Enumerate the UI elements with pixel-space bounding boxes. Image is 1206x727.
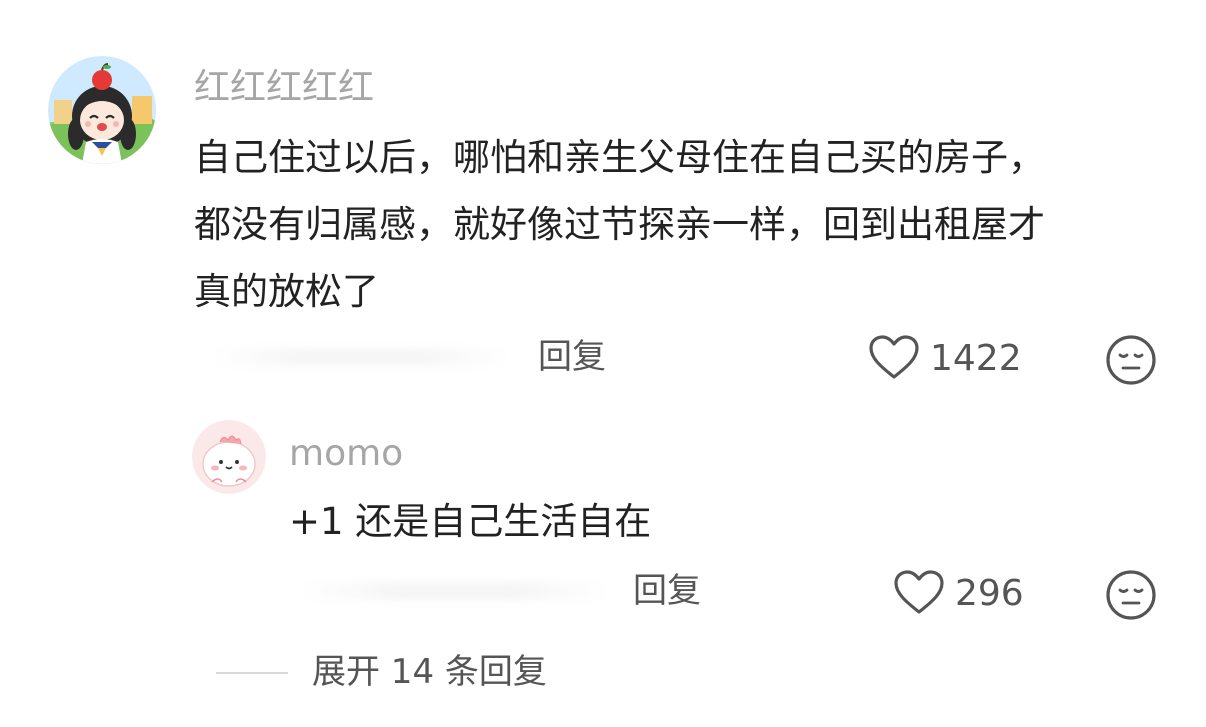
reply-like-count: 296 (955, 573, 1024, 614)
commenter-avatar[interactable] (48, 56, 156, 164)
expand-replies-button[interactable]: 展开 14 条回复 (312, 655, 547, 689)
comment-line-2: 都没有归属感，就好像过节探亲一样，回到出租屋才 (194, 203, 1045, 246)
reply-like-button[interactable]: 296 (893, 569, 1024, 619)
expand-divider (216, 672, 288, 674)
reply-username[interactable]: momo (289, 436, 403, 472)
heart-outline-icon (893, 569, 945, 619)
meh-face-icon[interactable] (1105, 569, 1157, 621)
like-button[interactable]: 1422 (868, 334, 1022, 384)
comment-line-3: 真的放松了 (194, 270, 379, 313)
heart-outline-icon (868, 334, 920, 384)
anime-girl-apple-avatar-icon (48, 56, 156, 164)
comment-line-1: 自己住过以后，哪怕和亲生父母住在自己买的房子， (194, 136, 1045, 179)
meh-face-icon[interactable] (1105, 334, 1157, 386)
reply-text: +1 还是自己生活自在 (289, 500, 652, 543)
reply-button[interactable]: 回复 (538, 340, 606, 374)
comment-meta-obscured (210, 348, 510, 366)
commenter-username[interactable]: 红红红红红 (194, 70, 374, 106)
reply-reply-button[interactable]: 回复 (633, 574, 701, 608)
reply-avatar[interactable] (192, 420, 266, 494)
like-count: 1422 (930, 338, 1022, 379)
reply-meta-obscured (300, 582, 610, 600)
pink-blob-avatar-icon (192, 420, 266, 494)
